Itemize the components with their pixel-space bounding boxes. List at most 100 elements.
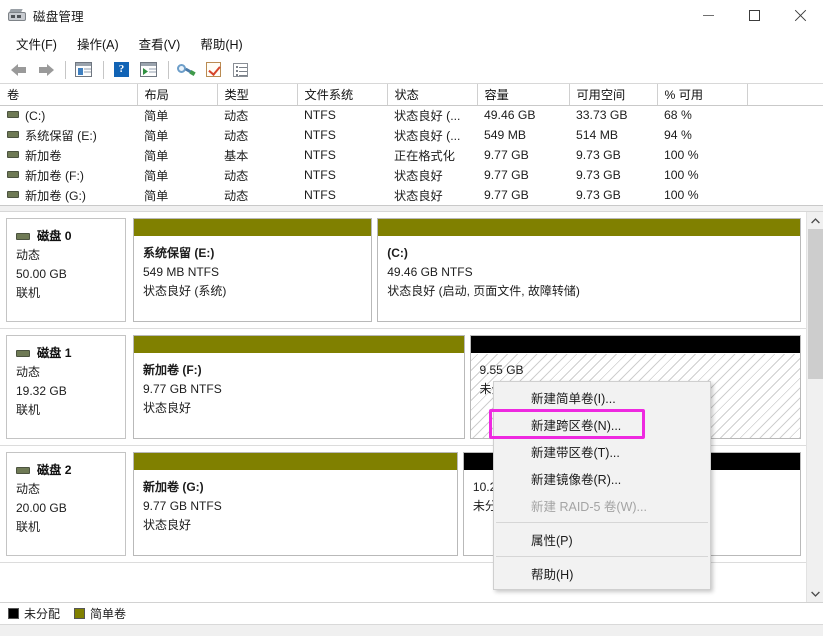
disk-info-2[interactable]: 磁盘 2 动态 20.00 GB 联机 [6, 452, 126, 556]
rescan-disks-icon [177, 62, 196, 77]
partition-capacity-bar [134, 453, 457, 471]
scroll-up-button[interactable] [807, 212, 823, 229]
volume-status: 状态良好 (... [387, 105, 477, 125]
volume-type: 动态 [217, 125, 297, 145]
partition-capacity-bar [134, 219, 371, 237]
properties-button[interactable] [201, 58, 226, 82]
column-header-volume[interactable]: 卷 [0, 84, 137, 105]
close-icon [794, 9, 807, 22]
maximize-button[interactable] [731, 0, 777, 31]
menu-view[interactable]: 查看(V) [130, 31, 190, 56]
partition-system-reserved-e[interactable]: 系统保留 (E:) 549 MB NTFS 状态良好 (系统) [133, 218, 372, 322]
help-button[interactable]: ? [109, 58, 134, 82]
toolbar-separator [168, 61, 169, 79]
detail-list-button[interactable] [228, 58, 253, 82]
ctx-properties[interactable]: 属性(P) [494, 526, 710, 553]
minimize-button[interactable] [685, 0, 731, 31]
chevron-up-icon [811, 218, 820, 224]
scroll-track[interactable] [807, 229, 823, 585]
partition-new-volume-f[interactable]: 新加卷 (F:) 9.77 GB NTFS 状态良好 [133, 335, 465, 439]
volume-type: 基本 [217, 145, 297, 165]
volume-icon [7, 171, 19, 178]
disk-name: 磁盘 1 [37, 344, 72, 363]
volume-list-pane[interactable]: 卷 布局 类型 文件系统 状态 容量 可用空间 % 可用 (C:) 简单 动态 … [0, 84, 823, 206]
volume-layout: 简单 [137, 145, 217, 165]
disk-icon [16, 467, 30, 474]
partition-name: (C:) [387, 244, 800, 263]
partition-body: 新加卷 (F:) 9.77 GB NTFS 状态良好 [134, 354, 464, 438]
action-pane-button[interactable] [136, 58, 161, 82]
volume-spare [747, 125, 823, 145]
ctx-help[interactable]: 帮助(H) [494, 560, 710, 587]
scroll-thumb[interactable] [808, 229, 823, 379]
disk-row-0[interactable]: 磁盘 0 动态 50.00 GB 联机 系统保留 (E:) 549 MB NTF… [0, 212, 806, 329]
volume-layout: 简单 [137, 165, 217, 185]
column-header-capacity[interactable]: 容量 [477, 84, 569, 105]
rescan-disks-button[interactable] [174, 58, 199, 82]
volume-table-body: (C:) 简单 动态 NTFS 状态良好 (... 49.46 GB 33.73… [0, 105, 823, 205]
column-header-free-space[interactable]: 可用空间 [569, 84, 657, 105]
show-hide-console-tree-icon [75, 62, 92, 77]
column-header-layout[interactable]: 布局 [137, 84, 217, 105]
legend-unallocated: 未分配 [8, 605, 60, 622]
vertical-scrollbar[interactable] [806, 212, 823, 602]
column-header-spare[interactable] [747, 84, 823, 105]
volume-percent: 100 % [657, 165, 747, 185]
volume-icon [7, 111, 19, 118]
partition-status: 状态良好 [143, 516, 457, 535]
scroll-down-button[interactable] [807, 585, 823, 602]
disk-info-0[interactable]: 磁盘 0 动态 50.00 GB 联机 [6, 218, 126, 322]
table-row[interactable]: 新加卷 (F:) 简单 动态 NTFS 状态良好 9.77 GB 9.73 GB… [0, 165, 823, 185]
disk-title-0: 磁盘 0 [16, 227, 125, 246]
ctx-new-spanned-volume[interactable]: 新建跨区卷(N)... [494, 411, 710, 438]
table-row[interactable]: 新加卷 简单 基本 NTFS 正在格式化 9.77 GB 9.73 GB 100… [0, 145, 823, 165]
partition-status: 状态良好 (系统) [143, 282, 371, 301]
column-header-type[interactable]: 类型 [217, 84, 297, 105]
partition-name: 新加卷 (G:) [143, 478, 457, 497]
disk-size: 20.00 GB [16, 499, 125, 518]
console-tree-button[interactable] [71, 58, 96, 82]
table-row[interactable]: (C:) 简单 动态 NTFS 状态良好 (... 49.46 GB 33.73… [0, 105, 823, 125]
status-bar [0, 624, 823, 636]
table-row[interactable]: 系统保留 (E:) 简单 动态 NTFS 状态良好 (... 549 MB 51… [0, 125, 823, 145]
minimize-icon [703, 15, 714, 16]
forward-button[interactable] [33, 58, 58, 82]
legend-label-unallocated: 未分配 [24, 605, 60, 622]
column-header-percent-free[interactable]: % 可用 [657, 84, 747, 105]
column-header-filesystem[interactable]: 文件系统 [297, 84, 387, 105]
ctx-new-mirrored-volume[interactable]: 新建镜像卷(R)... [494, 465, 710, 492]
disk-management-icon [8, 8, 26, 24]
maximize-icon [749, 10, 760, 21]
partition-new-volume-g[interactable]: 新加卷 (G:) 9.77 GB NTFS 状态良好 [133, 452, 458, 556]
column-header-status[interactable]: 状态 [387, 84, 477, 105]
partition-body: (C:) 49.46 GB NTFS 状态良好 (启动, 页面文件, 故障转储) [378, 237, 800, 321]
context-menu-separator [496, 522, 708, 523]
disk-info-1[interactable]: 磁盘 1 动态 19.32 GB 联机 [6, 335, 126, 439]
disk-type: 动态 [16, 363, 125, 382]
disk-title-2: 磁盘 2 [16, 461, 125, 480]
partition-size-fs: 9.77 GB NTFS [143, 497, 457, 516]
volume-capacity: 49.46 GB [477, 105, 569, 125]
volume-table-header-row: 卷 布局 类型 文件系统 状态 容量 可用空间 % 可用 [0, 84, 823, 105]
disk-size: 50.00 GB [16, 265, 125, 284]
table-row[interactable]: 新加卷 (G:) 简单 动态 NTFS 状态良好 9.77 GB 9.73 GB… [0, 185, 823, 205]
volume-name: 新加卷 [25, 149, 62, 163]
partition-body: 系统保留 (E:) 549 MB NTFS 状态良好 (系统) [134, 237, 371, 321]
menu-action[interactable]: 操作(A) [68, 31, 128, 56]
toolbar-separator [103, 61, 104, 79]
volume-spare [747, 185, 823, 205]
volume-icon [7, 151, 19, 158]
close-button[interactable] [777, 0, 823, 31]
disk-management-window: 磁盘管理 文件(F) 操作(A) 查看(V) 帮助(H) ? [0, 0, 823, 636]
volume-name: 新加卷 (G:) [25, 189, 86, 203]
ctx-new-striped-volume[interactable]: 新建带区卷(T)... [494, 438, 710, 465]
disk-icon [16, 233, 30, 240]
disk-icon [16, 350, 30, 357]
ctx-new-simple-volume[interactable]: 新建简单卷(I)... [494, 384, 710, 411]
partition-c[interactable]: (C:) 49.46 GB NTFS 状态良好 (启动, 页面文件, 故障转储) [377, 218, 801, 322]
volume-spare [747, 145, 823, 165]
volume-capacity: 9.77 GB [477, 165, 569, 185]
back-button[interactable] [6, 58, 31, 82]
menu-file[interactable]: 文件(F) [7, 31, 66, 56]
menu-help[interactable]: 帮助(H) [191, 31, 251, 56]
